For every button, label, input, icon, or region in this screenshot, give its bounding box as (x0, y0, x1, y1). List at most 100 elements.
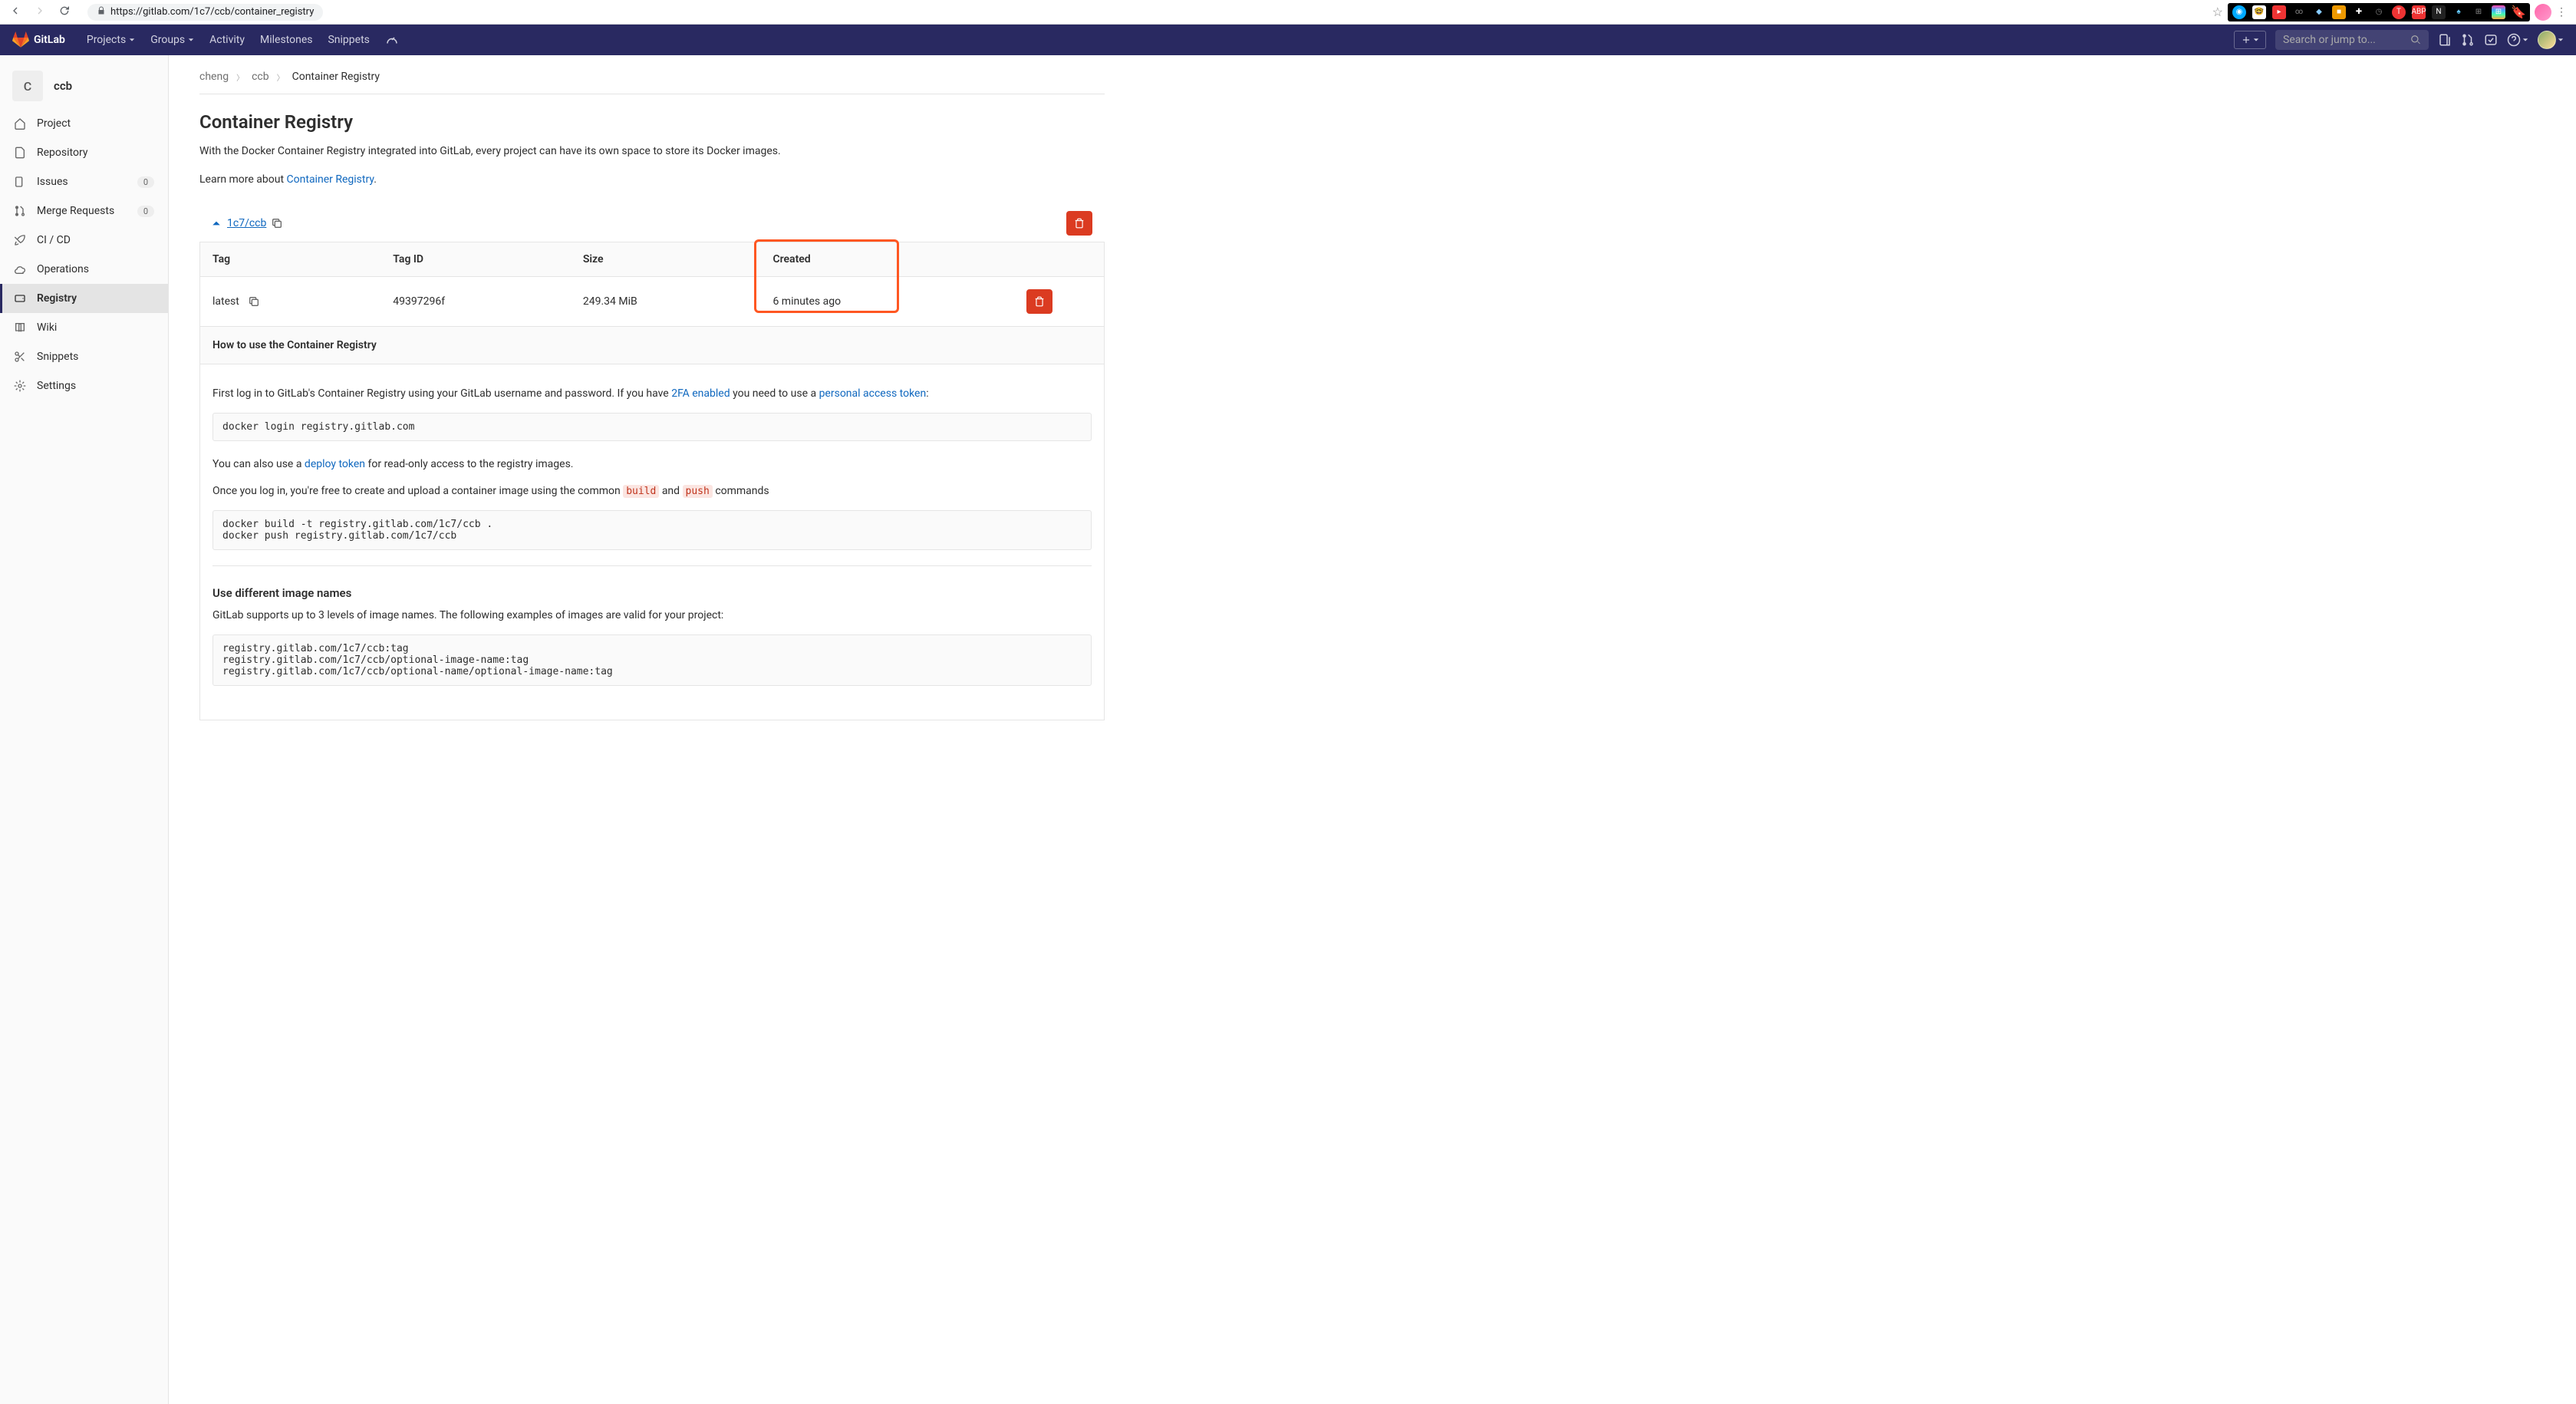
ext-icon[interactable]: ABP (2412, 5, 2426, 19)
sidebar-item-snippets[interactable]: Snippets (0, 342, 168, 371)
sidebar-item-merge-requests[interactable]: Merge Requests 0 (0, 196, 168, 226)
lock-icon (97, 6, 106, 18)
code-build: build (623, 485, 659, 498)
ext-icon[interactable]: ■ (2332, 5, 2346, 19)
howto-p1: First log in to GitLab's Container Regis… (212, 386, 1092, 402)
chevron-down-icon (188, 37, 194, 43)
back-icon[interactable] (9, 5, 21, 20)
link-deploy-token[interactable]: deploy token (305, 458, 365, 470)
sidebar: C ccb Project Repository Issues 0 Merge … (0, 55, 169, 1404)
issues-icon[interactable] (2438, 33, 2452, 47)
todos-icon[interactable] (2484, 33, 2498, 47)
home-icon (14, 117, 26, 130)
gear-icon (14, 380, 26, 392)
chevron-down-icon (2558, 37, 2564, 43)
link-2fa[interactable]: 2FA enabled (671, 387, 730, 400)
ext-icon[interactable]: ∞ (2292, 5, 2306, 19)
chevron-down-icon (2253, 37, 2259, 43)
chevron-right-icon: 〉 (277, 71, 285, 83)
ext-icon[interactable]: ⊞ (2472, 5, 2485, 19)
ext-icon[interactable]: ◉ (2232, 5, 2246, 19)
sidebar-item-registry[interactable]: Registry (0, 284, 168, 313)
help-icon (2507, 33, 2521, 47)
tanuki-icon (12, 31, 29, 48)
nav-milestones[interactable]: Milestones (252, 34, 321, 46)
search-input[interactable]: Search or jump to... (2275, 30, 2429, 50)
nav-snippets[interactable]: Snippets (320, 34, 377, 46)
code-build-push: docker build -t registry.gitlab.com/1c7/… (212, 510, 1092, 550)
tag-name: latest (212, 295, 239, 308)
delete-repo-button[interactable] (1066, 211, 1092, 236)
project-header[interactable]: C ccb (0, 63, 168, 109)
forward-icon[interactable] (34, 5, 46, 20)
delete-tag-button[interactable] (1026, 289, 1052, 314)
ext-icon[interactable]: ◷ (2372, 5, 2386, 19)
ext-icon[interactable]: T (2392, 5, 2406, 19)
nav-groups[interactable]: Groups (143, 34, 202, 46)
breadcrumb-project[interactable]: ccb (252, 71, 269, 83)
plus-icon (2241, 35, 2252, 45)
sidebar-item-project[interactable]: Project (0, 109, 168, 138)
divider (212, 565, 1092, 566)
star-icon[interactable]: ☆ (2212, 5, 2223, 19)
howto-p4: GitLab supports up to 3 levels of image … (212, 608, 1092, 624)
ext-icon[interactable]: ◆ (2312, 5, 2326, 19)
link-pat[interactable]: personal access token (819, 387, 927, 400)
browser-nav (9, 5, 71, 20)
copy-icon[interactable] (271, 217, 283, 229)
main-content: cheng 〉 ccb 〉 Container Registry Contain… (169, 55, 1135, 1404)
search-icon (2410, 35, 2421, 45)
section-title: Use different image names (212, 586, 1092, 600)
sidebar-item-repository[interactable]: Repository (0, 138, 168, 167)
trash-icon (1074, 218, 1085, 229)
ext-icon[interactable]: 🔖 (2512, 5, 2525, 19)
ext-icon[interactable]: ♠ (2452, 5, 2466, 19)
breadcrumb: cheng 〉 ccb 〉 Container Registry (199, 68, 1105, 94)
sidebar-item-cicd[interactable]: CI / CD (0, 226, 168, 255)
ext-icon[interactable]: ▸ (2272, 5, 2286, 19)
sidebar-item-operations[interactable]: Operations (0, 255, 168, 284)
new-menu-button[interactable] (2234, 31, 2266, 49)
badge: 0 (137, 176, 154, 188)
learn-link[interactable]: Container Registry (287, 173, 374, 186)
intro-text: With the Docker Container Registry integ… (199, 143, 1105, 160)
tag-created: 6 minutes ago (760, 277, 1013, 327)
table-header-row: Tag Tag ID Size Created (200, 242, 1105, 277)
ext-icon[interactable]: 🤓 (2252, 5, 2266, 19)
merge-requests-icon[interactable] (2461, 33, 2475, 47)
badge: 0 (137, 206, 154, 217)
breadcrumb-root[interactable]: cheng (199, 71, 229, 83)
nav-perf-icon[interactable] (377, 33, 407, 47)
code-login: docker login registry.gitlab.com (212, 413, 1092, 441)
url-bar[interactable]: https://gitlab.com/1c7/ccb/container_reg… (87, 4, 323, 21)
gitlab-header: GitLab Projects Groups Activity Mileston… (0, 25, 2576, 55)
reload-icon[interactable] (58, 5, 71, 20)
brand-text: GitLab (34, 34, 65, 46)
col-tag: Tag (200, 242, 381, 277)
project-avatar: C (12, 71, 43, 101)
nav-projects[interactable]: Projects (79, 34, 143, 46)
user-avatar (2538, 31, 2556, 49)
profile-avatar[interactable] (2535, 4, 2551, 21)
ext-icon[interactable]: ✚ (2352, 5, 2366, 19)
project-name: ccb (54, 79, 72, 93)
col-tag-id: Tag ID (380, 242, 571, 277)
copy-icon[interactable] (248, 295, 260, 308)
nav-activity[interactable]: Activity (202, 34, 252, 46)
gitlab-logo[interactable]: GitLab (12, 31, 65, 48)
sidebar-item-issues[interactable]: Issues 0 (0, 167, 168, 196)
col-created: Created (760, 242, 1013, 277)
url-text: https://gitlab.com/1c7/ccb/container_reg… (110, 6, 314, 18)
ext-icon[interactable]: ⊞ (2492, 5, 2505, 19)
breadcrumb-current: Container Registry (292, 71, 380, 83)
help-menu[interactable] (2507, 33, 2528, 47)
sidebar-item-settings[interactable]: Settings (0, 371, 168, 400)
user-menu[interactable] (2538, 31, 2564, 49)
sidebar-item-wiki[interactable]: Wiki (0, 313, 168, 342)
repo-path-toggle[interactable]: 1c7/ccb (212, 217, 266, 229)
ext-icon[interactable]: N (2432, 5, 2446, 19)
rocket-icon (14, 234, 26, 246)
tag-table: Tag Tag ID Size Created latest 49397296f (199, 242, 1105, 327)
tag-id: 49397296f (380, 277, 571, 327)
menu-icon[interactable]: ⋮ (2556, 6, 2567, 18)
